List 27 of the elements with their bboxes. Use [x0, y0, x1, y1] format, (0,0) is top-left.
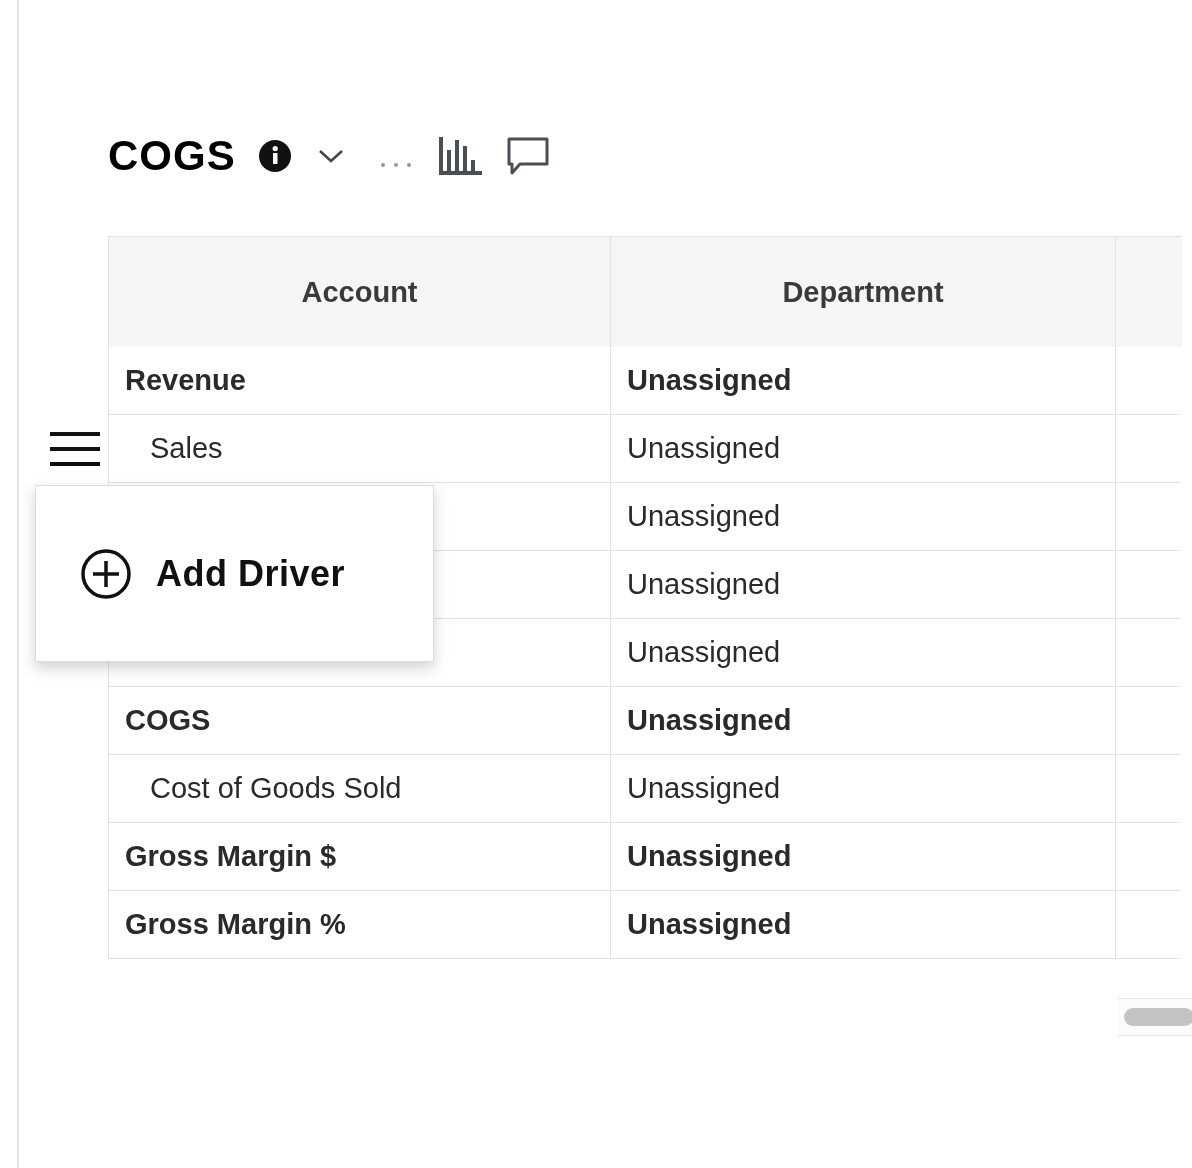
menu-icon[interactable] — [50, 432, 100, 466]
table-cell: Unassigned — [611, 347, 1116, 415]
table-cell: Unassigned — [611, 755, 1116, 823]
table-cell: Unassigned — [611, 823, 1116, 891]
info-icon[interactable] — [257, 139, 292, 173]
table-cell: Unassigned — [611, 891, 1116, 959]
plus-circle-icon — [80, 547, 132, 600]
bar-chart-icon[interactable] — [437, 136, 484, 176]
column-header[interactable]: Account — [109, 237, 611, 347]
add-driver-menu-item[interactable]: Add Driver — [80, 547, 346, 600]
table-cell: Unassigned — [611, 687, 1116, 755]
table-cell: Unassigned — [611, 483, 1116, 551]
table-cell: Unassigned — [611, 415, 1116, 483]
column-header[interactable]: Department — [611, 237, 1116, 347]
table-cell: Cost of Goods Sold — [109, 755, 611, 823]
scrollbar[interactable] — [1118, 998, 1192, 1036]
page-title: COGS — [108, 132, 236, 180]
table-cell: Unassigned — [611, 619, 1116, 687]
table-cell: Sales — [109, 415, 611, 483]
table-cell: COGS — [109, 687, 611, 755]
table-cell: Gross Margin $ — [109, 823, 611, 891]
table-cell: Gross Margin % — [109, 891, 611, 959]
comment-icon[interactable] — [505, 136, 550, 176]
table-cell: Revenue — [109, 347, 611, 415]
chevron-down-icon[interactable] — [317, 149, 344, 163]
table-cell: Unassigned — [611, 551, 1116, 619]
more-icon[interactable] — [379, 162, 412, 168]
